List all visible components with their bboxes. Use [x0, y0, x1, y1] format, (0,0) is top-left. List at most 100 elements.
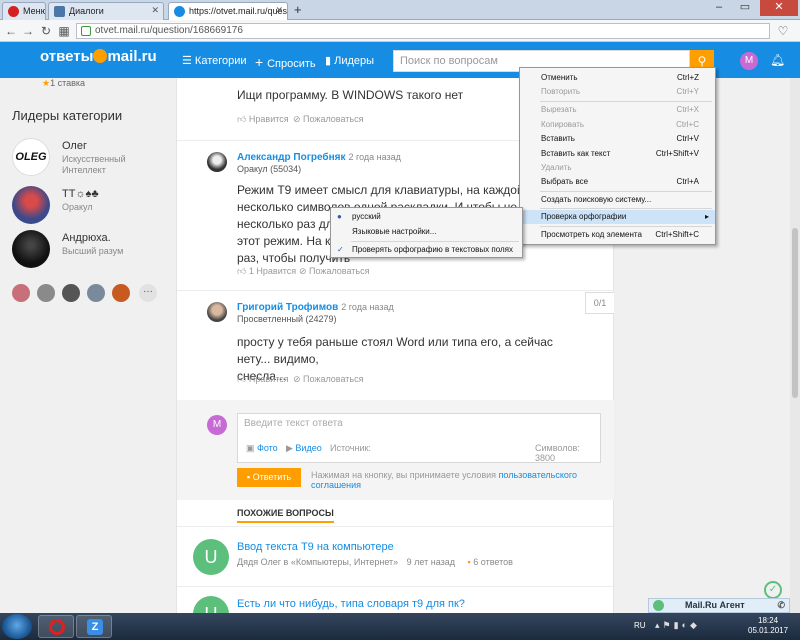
- like-button[interactable]: 👍︎ Нравится: [237, 114, 289, 125]
- address-field[interactable]: otvet.mail.ru/question/168669176: [76, 23, 770, 39]
- avatar[interactable]: [112, 284, 130, 302]
- reload-icon[interactable]: ↻: [38, 23, 54, 39]
- author-link[interactable]: Григорий Трофимов: [237, 302, 338, 313]
- language-indicator[interactable]: RU: [634, 621, 646, 630]
- tray-icons[interactable]: ▴⚑▮◐◆: [655, 620, 700, 631]
- similar-question-link[interactable]: Есть ли что нибудь, типа словаря т9 для …: [237, 598, 465, 610]
- mail-agent-bar[interactable]: Mail.Ru Агент ✆: [648, 598, 790, 613]
- like-button[interactable]: 👍︎ 1 Нравится: [237, 266, 296, 277]
- back-icon[interactable]: ←: [3, 23, 19, 39]
- menu-item-delete[interactable]: Удалить: [520, 161, 715, 175]
- scrollbar[interactable]: [790, 78, 800, 613]
- similar-answers: 6 ответов: [473, 557, 513, 567]
- sidebar: ★1 ставка Лидеры категории OLEG Олег Иск…: [0, 78, 176, 613]
- menu-item-undo[interactable]: Отменить Ctrl+Z: [520, 71, 715, 85]
- avatar[interactable]: [37, 284, 55, 302]
- source-field[interactable]: Источник:: [330, 443, 371, 453]
- reply-box[interactable]: Введите текст ответа ▣ Фото ▶ Видео Исто…: [237, 413, 601, 463]
- z-app-icon: Z: [87, 619, 103, 635]
- tab-question[interactable]: https://otvet.mail.ru/quest ✕: [168, 2, 288, 20]
- menu-separator: [351, 241, 519, 242]
- clock-date: 05.01.2017: [748, 626, 789, 635]
- menu-item-create-search[interactable]: Создать поисковую систему...: [520, 193, 715, 207]
- close-tab-icon[interactable]: ✕: [151, 5, 159, 16]
- submenu-item-language-settings[interactable]: Языковые настройки...: [331, 225, 522, 239]
- close-tab-icon[interactable]: ✕: [275, 5, 283, 16]
- tab-label: https://otvet.mail.ru/quest: [189, 6, 288, 16]
- nav-ask[interactable]: + Спросить: [255, 54, 316, 70]
- minimize-icon[interactable]: –: [708, 0, 730, 16]
- bell-icon[interactable]: 🔔︎: [770, 53, 785, 67]
- menu-item-select-all[interactable]: Выбрать все Ctrl+A: [520, 175, 715, 189]
- radio-icon: ●: [337, 212, 342, 221]
- heart-icon[interactable]: ♡: [775, 23, 791, 39]
- nav-categories[interactable]: ☰ Категории: [182, 54, 247, 67]
- speed-dial-icon[interactable]: ▦: [56, 23, 72, 39]
- menu-item-cut[interactable]: Вырезать Ctrl+X: [520, 103, 715, 117]
- opera-icon: [8, 6, 19, 17]
- answer-time: 2 года назад: [341, 302, 394, 312]
- bar-chart-icon: ▮: [325, 55, 335, 67]
- scrollbar-thumb[interactable]: [792, 228, 798, 398]
- reply-input[interactable]: Введите текст ответа: [244, 418, 343, 429]
- avatar[interactable]: [12, 284, 30, 302]
- avatar: [12, 230, 50, 268]
- tab-dialogs[interactable]: Диалоги ✕: [48, 2, 164, 20]
- video-button[interactable]: ▶ Видео: [286, 443, 322, 454]
- app-taskbar-button[interactable]: Z: [76, 615, 112, 638]
- avatar[interactable]: [62, 284, 80, 302]
- divider: [177, 526, 615, 527]
- spellcheck-submenu: ● русский Языковые настройки... ✓ Проверят…: [330, 207, 523, 258]
- opera-taskbar-button[interactable]: [38, 615, 74, 638]
- menu-item-inspect[interactable]: Просмотреть код элемента Ctrl+Shift+C: [520, 228, 715, 242]
- shield-icon[interactable]: ✓: [764, 581, 782, 599]
- maximize-icon[interactable]: ▭: [734, 0, 756, 16]
- menu-separator: [540, 101, 712, 102]
- new-tab-button[interactable]: +: [294, 2, 302, 17]
- leader-item[interactable]: ТТ☼♠♣ Оракул: [12, 186, 172, 226]
- avatar[interactable]: [207, 302, 227, 322]
- hand-icon: ▪: [467, 557, 471, 567]
- bet-count: ★1 ставка: [42, 78, 86, 88]
- submenu-item-check-spelling[interactable]: ✓ Проверять орфографию в текстовых полях: [331, 243, 522, 257]
- submit-answer-button[interactable]: ▪ Ответить: [237, 468, 301, 487]
- vk-icon: [54, 6, 65, 17]
- user-avatar[interactable]: M: [740, 52, 758, 70]
- lock-icon: [81, 26, 91, 36]
- agreement-text: Нажимая на кнопку, вы принимаете условия…: [311, 470, 611, 490]
- menu-item-paste[interactable]: Вставить Ctrl+V: [520, 132, 715, 146]
- start-button[interactable]: [2, 614, 32, 639]
- menu-item-spellcheck[interactable]: Проверка орфографии ▸: [520, 210, 715, 224]
- more-leaders-button[interactable]: ···: [139, 284, 157, 302]
- report-button[interactable]: ⊘ Пожаловаться: [293, 114, 363, 125]
- nav-leaders-label: Лидеры: [334, 55, 375, 67]
- menu-item-redo[interactable]: Повторить Ctrl+Y: [520, 85, 715, 99]
- report-icon: ⊘: [293, 114, 304, 124]
- like-button[interactable]: 👍︎ Нравится: [237, 374, 289, 385]
- avatar[interactable]: [87, 284, 105, 302]
- report-button[interactable]: ⊘ Пожаловаться: [293, 374, 363, 385]
- avatar[interactable]: [207, 152, 227, 172]
- tab-menu[interactable]: Меню: [2, 2, 46, 20]
- clock[interactable]: 18:24 05.01.2017: [748, 616, 788, 636]
- author-link[interactable]: Александр Погребняк: [237, 152, 345, 163]
- forward-icon[interactable]: →: [20, 23, 36, 39]
- submenu-item-russian[interactable]: ● русский: [331, 210, 522, 224]
- leader-item[interactable]: Андрюха. Высший разум: [12, 230, 172, 270]
- logo-brand: mail.ru: [107, 48, 157, 65]
- close-window-icon[interactable]: ✕: [760, 0, 798, 16]
- star-icon: ★: [42, 78, 51, 88]
- avatar[interactable]: U: [193, 539, 229, 575]
- phone-icon[interactable]: ✆: [777, 599, 785, 612]
- nav-leaders[interactable]: ▮ Лидеры: [325, 54, 374, 67]
- leader-item[interactable]: OLEG Олег Искусственный Интеллект: [12, 138, 172, 178]
- menu-item-paste-plain[interactable]: Вставить как текст Ctrl+Shift+V: [520, 147, 715, 161]
- answer-header: Григорий Трофимов 2 года назад: [237, 301, 394, 313]
- photo-button[interactable]: ▣ Фото: [246, 443, 278, 454]
- menu-item-copy[interactable]: Копировать Ctrl+C: [520, 118, 715, 132]
- list-icon: ☰: [182, 55, 195, 67]
- report-button[interactable]: ⊘ Пожаловаться: [299, 266, 369, 277]
- logo[interactable]: ответы mail.ru: [40, 48, 157, 65]
- similar-author[interactable]: Дядя Олег в «Компьютеры, Интернет»: [237, 557, 398, 567]
- similar-question-link[interactable]: Ввод текста Т9 на компьютере: [237, 541, 394, 553]
